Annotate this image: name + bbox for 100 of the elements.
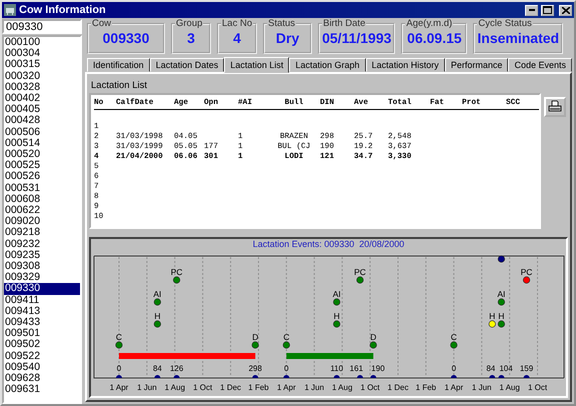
- cow-list-item[interactable]: 000402: [4, 93, 80, 104]
- month-label: 1 Aug: [498, 383, 520, 392]
- month-label: 1 Jun: [304, 383, 324, 392]
- cow-search-field[interactable]: 009330: [2, 19, 82, 34]
- tab[interactable]: Lactation Dates: [150, 58, 224, 72]
- tab[interactable]: Identification: [87, 58, 150, 72]
- day-label: 298: [248, 364, 262, 373]
- cow-list-item[interactable]: 000526: [4, 171, 80, 183]
- month-label: 1 Dec: [220, 383, 241, 392]
- event-code: C: [282, 332, 289, 342]
- info-value: 06.09.15: [407, 30, 462, 46]
- cow-list-item[interactable]: 009235: [4, 250, 80, 262]
- day-label: 159: [519, 364, 533, 373]
- tab[interactable]: Lactation List: [224, 57, 290, 73]
- day-marker: [173, 375, 180, 378]
- event-code: D: [370, 332, 376, 342]
- tab[interactable]: Lactation History: [366, 58, 445, 72]
- event-code: H: [333, 311, 340, 321]
- cow-list-item[interactable]: 000531: [4, 182, 80, 194]
- event-code: H: [488, 311, 495, 321]
- info-label: Lac No: [221, 18, 254, 29]
- day-marker: [252, 375, 258, 378]
- cow-list-item[interactable]: 009522: [4, 350, 80, 362]
- month-label: 1 Oct: [192, 383, 212, 392]
- tab[interactable]: Performance: [444, 58, 508, 72]
- month-label: 1 Dec: [387, 383, 408, 392]
- day-marker: [523, 375, 530, 378]
- cow-list-item[interactable]: 009502: [4, 339, 80, 351]
- info-value: 4: [233, 30, 241, 46]
- cow-list-item[interactable]: 009540: [4, 362, 80, 374]
- cow-list-item[interactable]: 000525: [4, 160, 80, 172]
- cow-list-item[interactable]: 000100: [4, 37, 80, 48]
- cow-list-item[interactable]: 000328: [4, 82, 80, 94]
- event-code: C: [115, 332, 122, 342]
- day-label: 84: [486, 364, 495, 373]
- info-value: 3: [187, 30, 195, 46]
- cow-list-item[interactable]: 000304: [4, 48, 80, 60]
- day-marker: [498, 375, 504, 378]
- print-button[interactable]: [544, 96, 566, 117]
- month-label: 1 Apr: [109, 383, 128, 392]
- event-code: H: [154, 311, 160, 321]
- maximize-button[interactable]: [541, 4, 554, 16]
- chart-title: Lactation Events: 009330 20/08/2000: [252, 239, 404, 250]
- month-label: 1 Oct: [360, 383, 380, 392]
- info-value: Dry: [276, 30, 300, 46]
- event-code: AI: [152, 289, 161, 299]
- tab[interactable]: Lactation Graph: [289, 58, 366, 72]
- cow-list-item[interactable]: 000405: [4, 104, 80, 116]
- cow-list-item[interactable]: 009631: [4, 384, 80, 396]
- cow-list-item[interactable]: 009628: [4, 373, 80, 384]
- event-code: H: [498, 311, 504, 321]
- day-label: 161: [349, 364, 363, 373]
- cow-list-item[interactable]: 000428: [4, 115, 80, 127]
- day-marker: [370, 375, 376, 378]
- cow-list-item[interactable]: 009413: [4, 306, 80, 318]
- cow-list-item[interactable]: 000514: [4, 138, 80, 150]
- cow-list-item[interactable]: 000608: [4, 194, 80, 206]
- month-label: 1 Jun: [136, 383, 156, 392]
- window-title: Cow Information: [19, 4, 107, 16]
- minimize-button[interactable]: [525, 4, 538, 16]
- day-label: 84: [152, 364, 162, 373]
- cow-list-item[interactable]: 009232: [4, 238, 80, 250]
- day-marker: [282, 375, 289, 378]
- cow-list-item[interactable]: 009330: [4, 283, 80, 295]
- printer-icon: [548, 100, 562, 114]
- cow-list-item[interactable]: 009308: [4, 261, 80, 272]
- section-title: Lactation List: [90, 80, 148, 93]
- cow-list-item[interactable]: 009501: [4, 328, 80, 340]
- cow-list-item[interactable]: 009433: [4, 317, 80, 328]
- day-marker: [154, 375, 160, 378]
- cow-list-item[interactable]: 000622: [4, 205, 80, 216]
- info-label: Cycle Status: [477, 18, 533, 29]
- cow-list-item[interactable]: 000315: [4, 59, 80, 71]
- close-button[interactable]: [559, 4, 572, 16]
- day-label: 0: [116, 364, 121, 373]
- cow-icon: [4, 4, 16, 16]
- cow-list-item[interactable]: 000320: [4, 70, 80, 82]
- month-label: 1 Aug: [331, 383, 352, 392]
- cow-list-item[interactable]: 009411: [4, 294, 80, 306]
- cow-list-item[interactable]: 009329: [4, 272, 80, 284]
- cow-list-item[interactable]: 009218: [4, 227, 80, 239]
- info-label: Cow: [91, 18, 112, 29]
- info-label: Age(y.m.d): [405, 18, 454, 29]
- day-label: 190: [370, 364, 384, 373]
- cow-list-item[interactable]: 000520: [4, 149, 80, 160]
- month-label: 1 Apr: [276, 383, 296, 392]
- info-value: 009330: [102, 30, 150, 46]
- info-label: Birth Date: [322, 18, 366, 29]
- day-label: 104: [498, 364, 512, 373]
- cow-list-item[interactable]: 000506: [4, 126, 80, 138]
- info-label: Status: [267, 18, 296, 29]
- event-code: PC: [354, 267, 366, 277]
- tab[interactable]: Code Events: [508, 58, 572, 72]
- info-label: Group: [175, 18, 204, 29]
- cow-list-item[interactable]: 009020: [4, 216, 80, 228]
- day-label: 110: [330, 364, 343, 373]
- event-code: AI: [332, 289, 340, 299]
- event-code: PC: [520, 267, 532, 277]
- month-label: 1 Aug: [164, 383, 185, 392]
- event-code: PC: [170, 267, 182, 277]
